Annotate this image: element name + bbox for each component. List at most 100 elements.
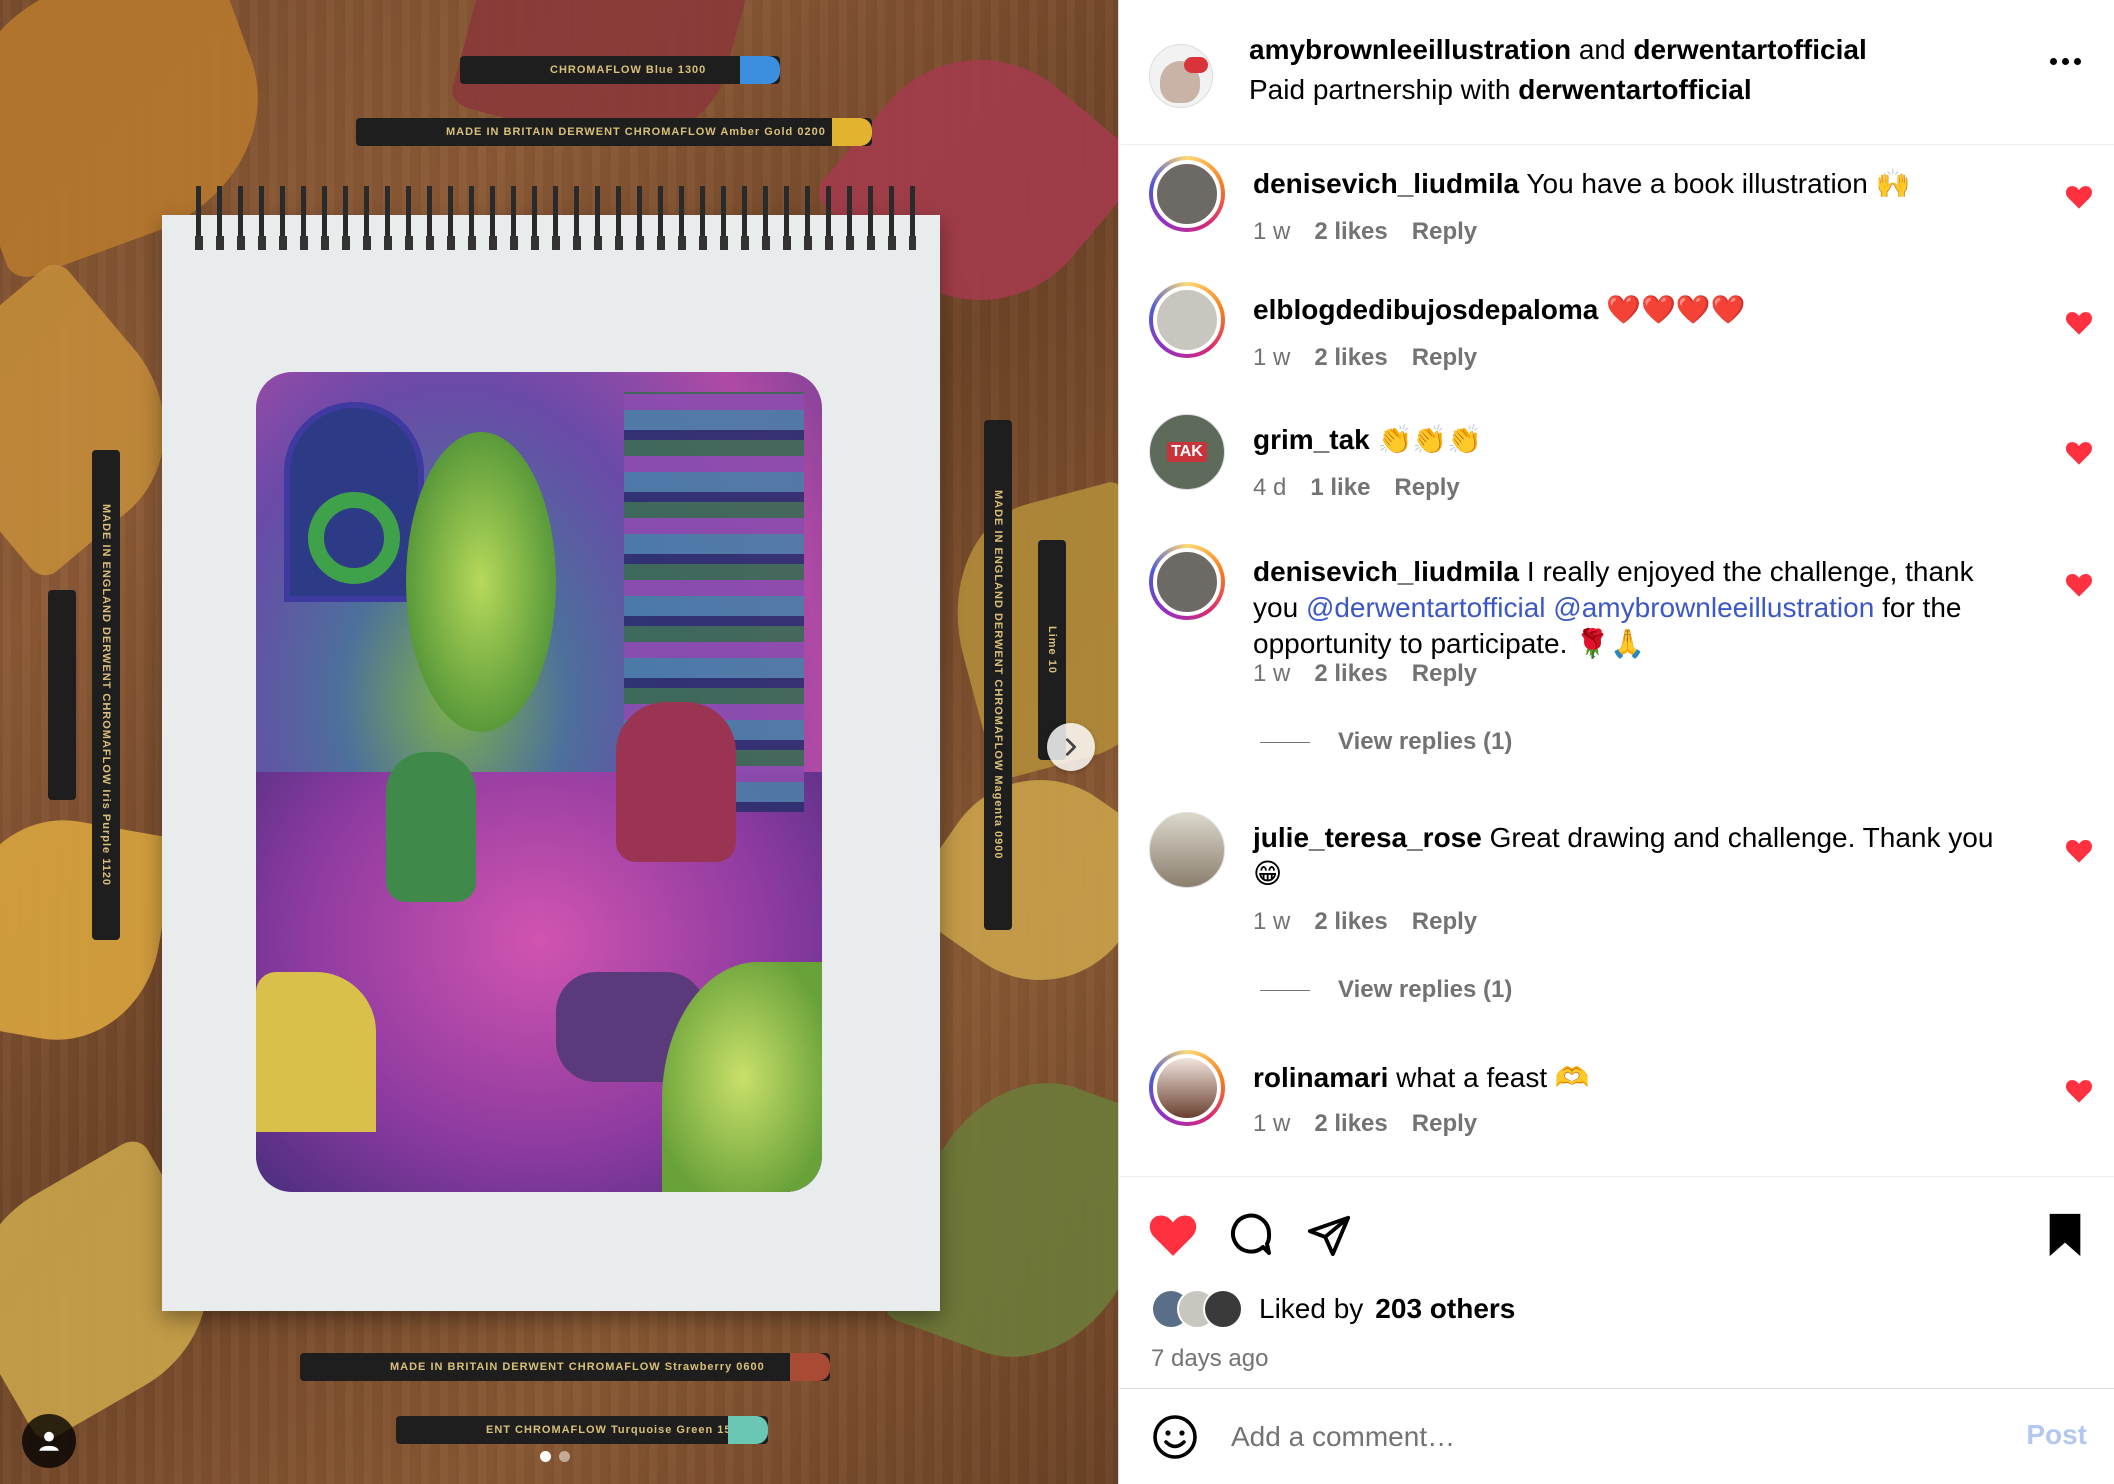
commenter-avatar[interactable] xyxy=(1149,544,1225,620)
view-replies-button[interactable]: View replies (1) xyxy=(1260,976,1512,1004)
pencil-iris-purple: MADE IN ENGLAND DERWENT CHROMAFLOW Iris … xyxy=(92,450,120,940)
pencil-blue: CHROMAFLOW Blue 1300 xyxy=(460,56,780,84)
comment-content: You have a book illustration 🙌 xyxy=(1526,168,1911,199)
more-options-button[interactable] xyxy=(2050,58,2081,65)
carousel-indicator xyxy=(540,1451,570,1462)
comment-time: 1 w xyxy=(1253,908,1291,935)
mention-link[interactable]: @derwentartofficial xyxy=(1306,592,1546,623)
pencil-amber-gold: MADE IN BRITAIN DERWENT CHROMAFLOW Amber… xyxy=(356,118,872,146)
emoji-icon[interactable] xyxy=(1151,1413,1199,1461)
comment-input[interactable] xyxy=(1231,1413,1971,1461)
author-username[interactable]: amybrownleeillustration xyxy=(1249,34,1571,65)
art-person xyxy=(616,702,736,862)
reply-button[interactable]: Reply xyxy=(1412,218,1477,246)
avatar-badge-text: TAK xyxy=(1167,442,1207,462)
comment-text: denisevich_liudmila I really enjoyed the… xyxy=(1253,554,2023,662)
reply-button[interactable]: Reply xyxy=(1412,344,1477,372)
user-tag-icon xyxy=(39,1431,59,1451)
collaborator-username[interactable]: derwentartofficial xyxy=(1633,34,1866,65)
view-replies-button[interactable]: View replies (1) xyxy=(1260,728,1512,756)
comment-likes[interactable]: 2 likes xyxy=(1314,344,1387,372)
partnership-label: Paid partnership with derwentartofficial xyxy=(1249,74,1752,106)
comment-likes[interactable]: 1 like xyxy=(1310,474,1370,502)
comment-content: ❤️❤️❤️❤️ xyxy=(1606,294,1746,325)
comment-button[interactable] xyxy=(1223,1207,1279,1263)
commenter-username[interactable]: julie_teresa_rose xyxy=(1253,822,1482,853)
like-button[interactable] xyxy=(1145,1207,1201,1263)
comment-text: denisevich_liudmila You have a book illu… xyxy=(1253,166,2023,202)
comment-text: grim_tak 👏👏👏 xyxy=(1253,422,2023,458)
comment-meta: 1 w 2 likes Reply xyxy=(1253,1110,1477,1138)
more-icon xyxy=(2062,58,2069,65)
post-timestamp[interactable]: 7 days ago xyxy=(1151,1345,1268,1373)
comment-icon xyxy=(1231,1213,1272,1255)
commenter-avatar[interactable] xyxy=(1149,282,1225,358)
pencil-label: CHROMAFLOW Blue 1300 xyxy=(550,64,707,76)
comments-list[interactable]: denisevich_liudmila You have a book illu… xyxy=(1119,146,2114,1176)
art-wreath xyxy=(308,492,400,584)
post-media[interactable]: CHROMAFLOW Blue 1300 MADE IN BRITAIN DER… xyxy=(0,0,1118,1484)
commenter-username[interactable]: grim_tak xyxy=(1253,424,1370,455)
commenter-avatar[interactable] xyxy=(1149,1050,1225,1126)
carousel-dot xyxy=(559,1451,570,1462)
carousel-next-button[interactable] xyxy=(1047,723,1095,771)
pencil-label: MADE IN BRITAIN DERWENT CHROMAFLOW Amber… xyxy=(446,126,826,138)
heart-icon[interactable] xyxy=(2065,310,2093,336)
replies-divider xyxy=(1260,989,1310,991)
comment-likes[interactable]: 2 likes xyxy=(1314,1110,1387,1138)
tagged-users-button[interactable] xyxy=(22,1414,76,1468)
commenter-avatar[interactable]: TAK xyxy=(1149,414,1225,490)
comment-likes[interactable]: 2 likes xyxy=(1314,218,1387,246)
comment-meta: 1 w 2 likes Reply xyxy=(1253,908,1477,936)
share-icon xyxy=(1307,1215,1351,1257)
comment-text: elblogdedibujosdepaloma ❤️❤️❤️❤️ xyxy=(1253,292,2023,328)
bookmark-icon xyxy=(2049,1213,2081,1257)
comment-likes[interactable]: 2 likes xyxy=(1314,908,1387,936)
commenter-username[interactable]: elblogdedibujosdepaloma xyxy=(1253,294,1598,325)
reply-button[interactable]: Reply xyxy=(1412,1110,1477,1138)
more-icon xyxy=(2050,58,2057,65)
likes-count[interactable]: 203 others xyxy=(1375,1293,1515,1325)
art-person xyxy=(386,752,476,902)
comment-likes[interactable]: 2 likes xyxy=(1314,660,1387,688)
reply-button[interactable]: Reply xyxy=(1412,908,1477,936)
mention-link[interactable]: @amybrownleeillustration xyxy=(1553,592,1874,623)
comment-time: 1 w xyxy=(1253,1110,1291,1137)
heart-icon[interactable] xyxy=(2065,184,2093,210)
heart-icon[interactable] xyxy=(2065,838,2093,864)
reply-button[interactable]: Reply xyxy=(1412,660,1477,688)
heart-icon[interactable] xyxy=(2065,572,2093,598)
reply-button[interactable]: Reply xyxy=(1394,474,1459,502)
comment-meta: 4 d 1 like Reply xyxy=(1253,474,1460,502)
commenter-username[interactable]: denisevich_liudmila xyxy=(1253,168,1519,199)
post-side-panel: amybrownleeillustration and derwentartof… xyxy=(1118,0,2114,1484)
post-comment-button[interactable]: Post xyxy=(2026,1419,2087,1451)
comment-time: 4 d xyxy=(1253,474,1287,501)
pencil-label: MADE IN ENGLAND DERWENT CHROMAFLOW Magen… xyxy=(992,490,1004,860)
commenter-username[interactable]: rolinamari xyxy=(1253,1062,1388,1093)
commenter-avatar[interactable] xyxy=(1149,156,1225,232)
liked-by[interactable]: Liked by 203 others xyxy=(1151,1289,1515,1329)
pencil-turquoise-green: ENT CHROMAFLOW Turquoise Green 1500 xyxy=(396,1416,768,1444)
pencil-label: Lime 10 xyxy=(1046,626,1058,674)
comment-text: julie_teresa_rose Great drawing and chal… xyxy=(1253,820,2023,892)
comment-meta: 1 w 2 likes Reply xyxy=(1253,218,1477,246)
comment-time: 1 w xyxy=(1253,660,1291,687)
replies-divider xyxy=(1260,741,1310,743)
heart-icon[interactable] xyxy=(2065,440,2093,466)
author-avatar[interactable] xyxy=(1149,44,1213,108)
commenter-avatar[interactable] xyxy=(1149,812,1225,888)
more-icon xyxy=(2074,58,2081,65)
art-plant xyxy=(406,432,556,732)
pencil-magenta: MADE IN ENGLAND DERWENT CHROMAFLOW Magen… xyxy=(984,420,1012,930)
heart-icon[interactable] xyxy=(2065,1078,2093,1104)
pencil-label: MADE IN BRITAIN DERWENT CHROMAFLOW Straw… xyxy=(390,1361,765,1373)
commenter-username[interactable]: denisevich_liudmila xyxy=(1253,556,1519,587)
comment-text: rolinamari what a feast 🫶 xyxy=(1253,1060,2023,1096)
partner-username[interactable]: derwentartofficial xyxy=(1518,74,1751,105)
share-button[interactable] xyxy=(1301,1207,1357,1263)
spiral-holes xyxy=(190,236,916,250)
partnership-prefix: Paid partnership with xyxy=(1249,74,1511,105)
save-button[interactable] xyxy=(2037,1207,2093,1263)
post-header: amybrownleeillustration and derwentartof… xyxy=(1119,0,2114,145)
